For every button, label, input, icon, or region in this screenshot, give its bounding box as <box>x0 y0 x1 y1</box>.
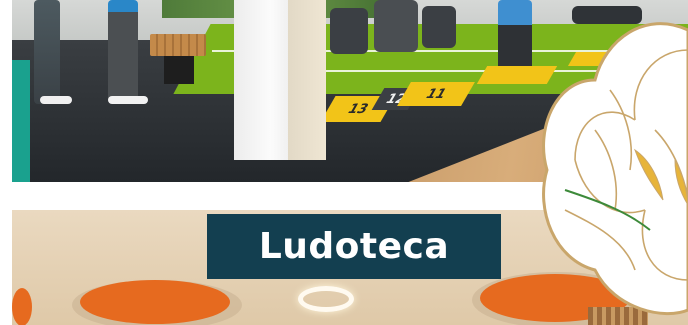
wooden-bench <box>150 34 206 56</box>
ceiling-disc <box>80 280 230 324</box>
bench-base <box>164 56 194 84</box>
exercise-machine <box>374 0 418 52</box>
person-center <box>108 0 138 102</box>
exercise-machine <box>330 8 368 54</box>
ceiling-light-ring <box>298 286 354 312</box>
hopscotch-number: 11 <box>422 86 450 102</box>
flower-decoration-icon <box>542 22 688 316</box>
gym-teal-wall <box>12 60 30 182</box>
ceiling-disc <box>12 288 32 325</box>
section-title: Ludoteca <box>258 226 450 267</box>
column-side <box>288 0 326 160</box>
person-shoes <box>40 96 72 104</box>
section-title-box: Ludoteca <box>207 214 501 279</box>
hopscotch-number: 13 <box>344 101 372 117</box>
person-left <box>34 0 60 104</box>
person-shoes <box>108 96 148 104</box>
exercise-machine <box>422 6 456 48</box>
